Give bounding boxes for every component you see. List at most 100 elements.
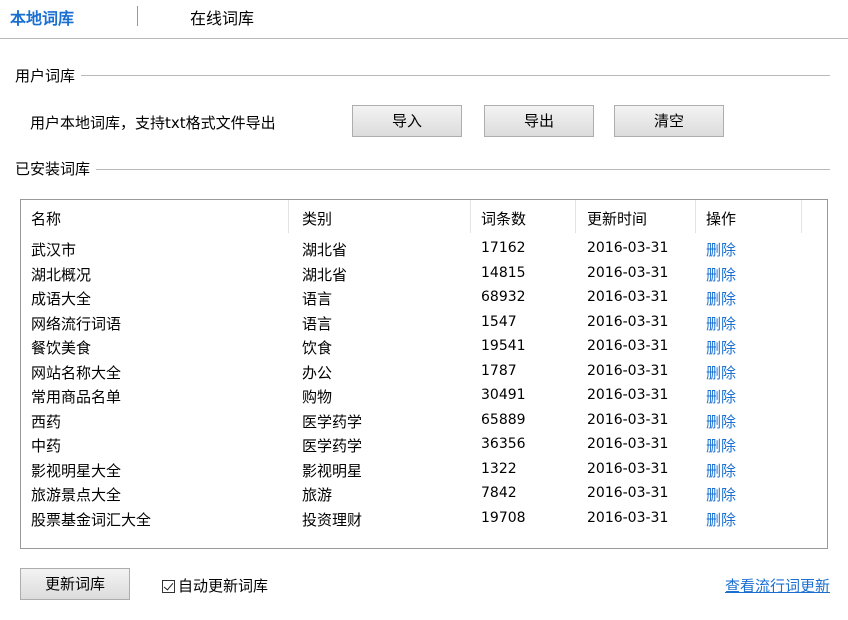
row-count: 36356 [481, 436, 526, 452]
table-row: 成语大全 语言 68932 2016-03-31 删除 [21, 286, 827, 311]
row-category: 投资理财 [302, 510, 363, 529]
table-row: 餐饮美食 饮食 19541 2016-03-31 删除 [21, 335, 827, 360]
column-header-category[interactable]: 类别 [302, 208, 332, 229]
row-name: 中药 [31, 437, 62, 455]
row-count: 7842 [481, 485, 517, 501]
row-category: 医学药学 [302, 437, 363, 455]
row-count: 30491 [481, 387, 526, 403]
table-row: 西药 医学药学 65889 2016-03-31 删除 [21, 409, 827, 434]
column-separator [801, 200, 802, 233]
table-row: 网站名称大全 办公 1787 2016-03-31 删除 [21, 360, 827, 385]
user-group-divider [15, 75, 830, 76]
row-category: 语言 [302, 290, 333, 308]
row-updated: 2016-03-31 [587, 338, 669, 354]
column-header-action[interactable]: 操作 [706, 208, 736, 229]
row-name: 股票基金词汇大全 [31, 510, 152, 529]
table-row: 网络流行词语 语言 1547 2016-03-31 删除 [21, 311, 827, 336]
delete-link[interactable]: 删除 [706, 337, 736, 358]
delete-link[interactable]: 删除 [706, 460, 736, 481]
checkbox-checked-icon[interactable] [162, 580, 175, 593]
row-count: 1322 [481, 460, 517, 477]
installed-lexicon-table: 名称 类别 词条数 更新时间 操作 武汉市 湖北省 17162 2016-03-… [20, 199, 828, 549]
tab-online-lexicon[interactable]: 在线词库 [190, 5, 254, 29]
delete-link[interactable]: 删除 [706, 264, 736, 285]
row-name: 湖北概况 [31, 265, 92, 284]
row-category: 湖北省 [302, 265, 348, 284]
auto-update-checkbox[interactable]: 自动更新词库 [162, 575, 268, 596]
row-count: 1547 [481, 313, 517, 330]
row-name: 网站名称大全 [31, 363, 122, 382]
row-updated: 2016-03-31 [587, 264, 669, 281]
export-button[interactable]: 导出 [484, 105, 594, 137]
auto-update-label: 自动更新词库 [178, 577, 269, 595]
row-category: 饮食 [302, 339, 333, 357]
column-separator [695, 200, 696, 233]
row-updated: 2016-03-31 [587, 313, 669, 330]
row-category: 旅游 [302, 486, 333, 504]
delete-link[interactable]: 删除 [706, 484, 736, 505]
column-header-count[interactable]: 词条数 [481, 208, 526, 229]
row-name: 影视明星大全 [31, 461, 122, 480]
delete-link[interactable]: 删除 [706, 313, 736, 334]
clear-button[interactable]: 清空 [614, 105, 724, 137]
delete-link[interactable]: 删除 [706, 288, 736, 309]
row-updated: 2016-03-31 [587, 436, 669, 452]
row-updated: 2016-03-31 [587, 289, 669, 305]
table-header: 名称 类别 词条数 更新时间 操作 [21, 200, 827, 233]
user-group-description: 用户本地词库，支持txt格式文件导出 [30, 114, 276, 132]
row-count: 65889 [481, 411, 526, 428]
row-category: 影视明星 [302, 461, 363, 480]
update-lexicon-button[interactable]: 更新词库 [20, 568, 130, 600]
tab-bar: 本地词库 在线词库 [0, 0, 848, 39]
delete-link[interactable]: 删除 [706, 435, 736, 456]
row-updated: 2016-03-31 [587, 387, 669, 403]
row-category: 湖北省 [302, 241, 348, 259]
row-name: 武汉市 [31, 241, 77, 259]
row-name: 网络流行词语 [31, 314, 122, 333]
table-row: 湖北概况 湖北省 14815 2016-03-31 删除 [21, 262, 827, 287]
import-button[interactable]: 导入 [352, 105, 462, 137]
row-count: 68932 [481, 289, 526, 305]
tab-separator [137, 6, 138, 26]
table-row: 常用商品名单 购物 30491 2016-03-31 删除 [21, 384, 827, 409]
table-row: 旅游景点大全 旅游 7842 2016-03-31 删除 [21, 482, 827, 507]
column-header-updated[interactable]: 更新时间 [587, 208, 647, 229]
delete-link[interactable]: 删除 [706, 509, 736, 530]
row-name: 餐饮美食 [31, 339, 92, 357]
delete-link[interactable]: 删除 [706, 362, 736, 383]
row-updated: 2016-03-31 [587, 485, 669, 501]
view-trending-words-link[interactable]: 查看流行词更新 [725, 575, 830, 596]
row-category: 购物 [302, 388, 333, 406]
row-updated: 2016-03-31 [587, 411, 669, 428]
row-updated: 2016-03-31 [587, 460, 669, 477]
table-row: 武汉市 湖北省 17162 2016-03-31 删除 [21, 237, 827, 262]
delete-link[interactable]: 删除 [706, 386, 736, 407]
column-separator [288, 200, 289, 233]
row-count: 19541 [481, 338, 526, 354]
row-name: 常用商品名单 [31, 388, 122, 406]
row-category: 办公 [302, 363, 333, 382]
column-header-name[interactable]: 名称 [31, 208, 61, 229]
installed-group-title: 已安装词库 [15, 158, 97, 179]
user-group-title: 用户词库 [15, 65, 82, 86]
row-name: 西药 [31, 412, 62, 431]
row-count: 1787 [481, 362, 517, 379]
row-updated: 2016-03-31 [587, 509, 669, 526]
row-category: 语言 [302, 314, 333, 333]
table-row: 中药 医学药学 36356 2016-03-31 删除 [21, 433, 827, 458]
table-row: 影视明星大全 影视明星 1322 2016-03-31 删除 [21, 458, 827, 483]
row-count: 14815 [481, 264, 526, 281]
table-row: 股票基金词汇大全 投资理财 19708 2016-03-31 删除 [21, 507, 827, 532]
row-count: 17162 [481, 240, 526, 256]
delete-link[interactable]: 删除 [706, 411, 736, 432]
row-name: 成语大全 [31, 290, 92, 308]
row-count: 19708 [481, 509, 526, 526]
installed-group-divider [15, 169, 830, 170]
row-updated: 2016-03-31 [587, 240, 669, 256]
row-category: 医学药学 [302, 412, 363, 431]
column-separator [470, 200, 471, 233]
column-separator [575, 200, 576, 233]
tab-local-lexicon[interactable]: 本地词库 [10, 5, 74, 29]
delete-link[interactable]: 删除 [706, 239, 736, 260]
row-updated: 2016-03-31 [587, 362, 669, 379]
